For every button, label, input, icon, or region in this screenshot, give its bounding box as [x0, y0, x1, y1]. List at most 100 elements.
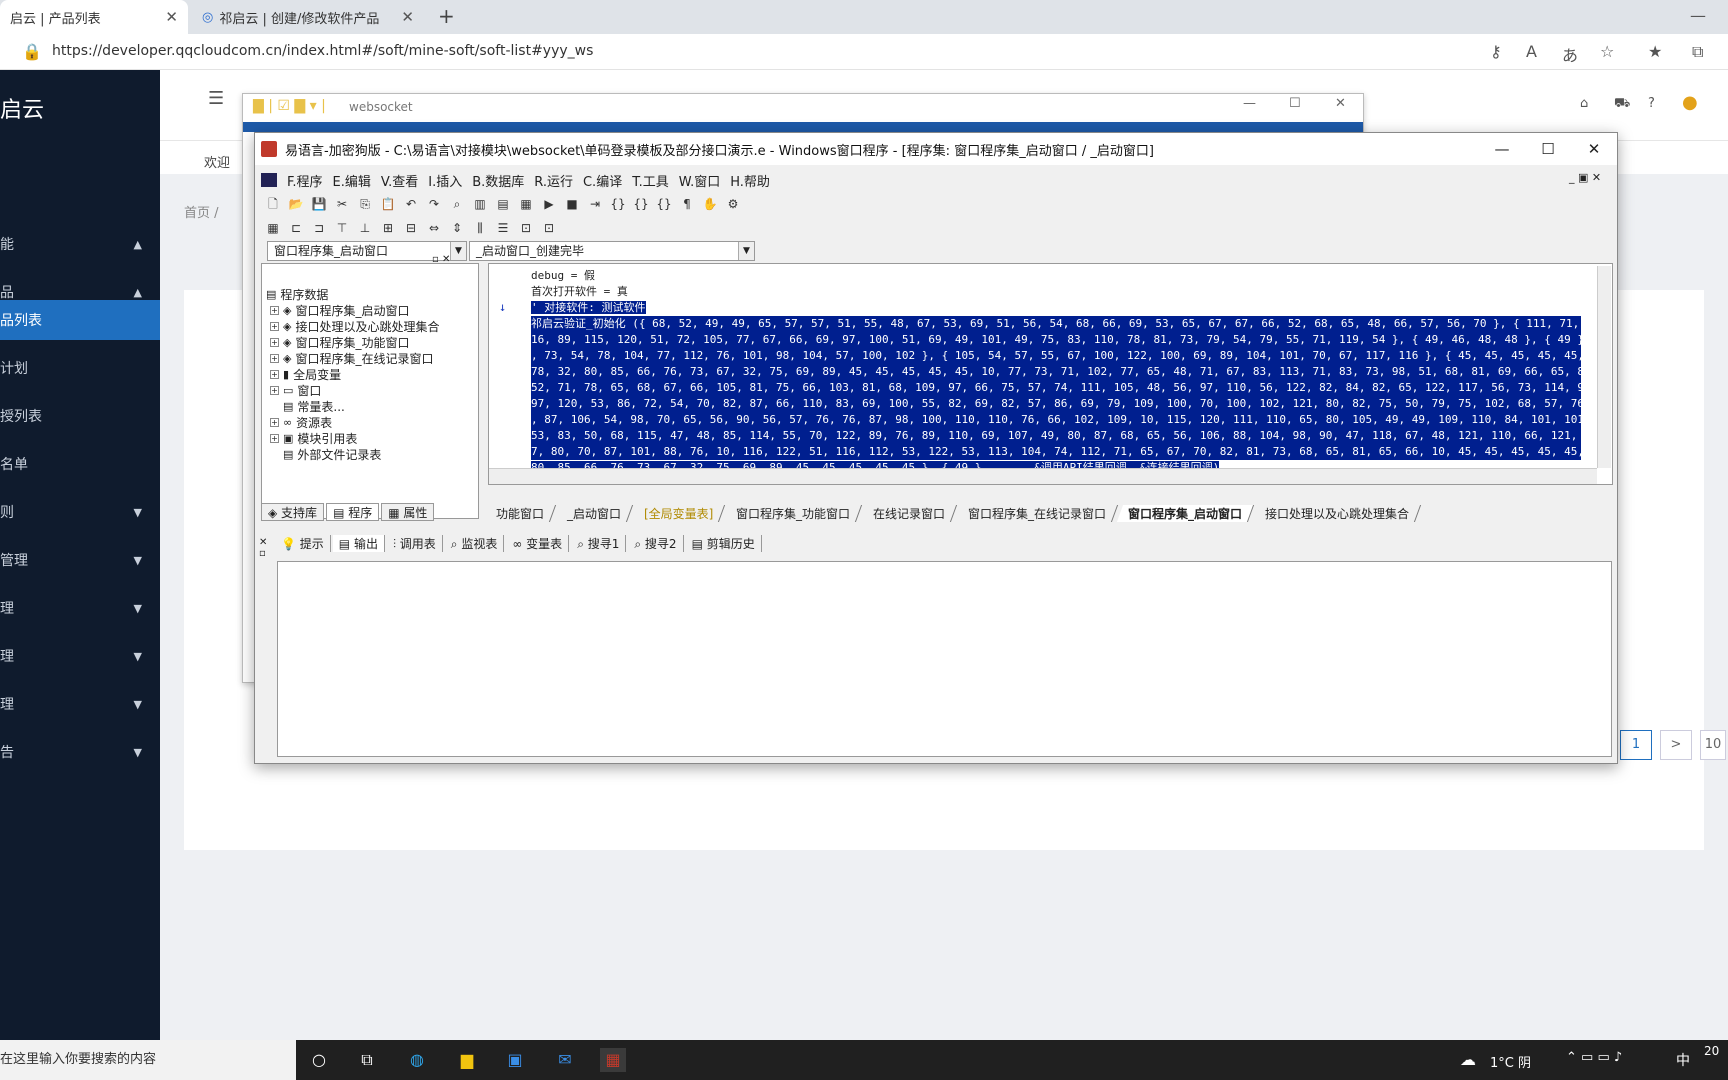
space-v-icon[interactable]: ☰ — [493, 219, 513, 237]
subroutine-select[interactable]: _启动窗口_创建完毕 ▼ — [469, 241, 755, 261]
menu-run[interactable]: R.运行 — [534, 171, 573, 190]
minimize-icon[interactable]: — — [1690, 6, 1706, 25]
menu-database[interactable]: B.数据库 — [472, 171, 524, 190]
edge-icon[interactable]: ◍ — [404, 1048, 430, 1072]
url-input[interactable]: https://developer.qqcloudcom.cn/index.ht… — [52, 43, 593, 59]
help-icon[interactable]: ? — [1648, 96, 1655, 111]
chevron-down-icon[interactable]: ▼ — [738, 242, 754, 260]
layout-1-icon[interactable]: ▥ — [470, 195, 490, 213]
find-icon[interactable]: ⌕ — [447, 195, 467, 213]
expand-icon[interactable]: + — [270, 369, 279, 379]
output-textarea[interactable] — [277, 561, 1612, 757]
output-panel-controls[interactable]: ✕ ▫ — [259, 537, 267, 559]
run-icon[interactable]: ▶ — [539, 195, 559, 213]
menu-insert[interactable]: I.插入 — [428, 171, 462, 190]
tree-item[interactable]: + ▭ 窗口 — [270, 382, 321, 398]
code-editor[interactable]: debug = 假 首次打开软件 = 真 ↓ ' 对接软件: 测试软件 祁启云验… — [488, 263, 1613, 485]
menu-program[interactable]: F.程序 — [287, 171, 323, 190]
tab-hint[interactable]: 💡 提示 — [275, 534, 331, 552]
tree-item[interactable]: ▤ 外部文件记录表 — [283, 446, 381, 462]
mail-icon[interactable]: ✉ — [552, 1048, 578, 1072]
same-width-icon[interactable]: ⇔ — [424, 219, 444, 237]
browser-tab-2[interactable]: ◎ 祁启云 | 创建/修改软件产品 ✕ — [192, 0, 424, 34]
align-left-icon[interactable]: ⊏ — [286, 219, 306, 237]
expand-icon[interactable]: + — [270, 433, 279, 443]
copy-icon[interactable]: ⎘ — [355, 195, 375, 213]
sidebar-item[interactable]: 理 ▼ — [0, 632, 160, 680]
tab-clip-history[interactable]: ▤ 剪辑历史 — [686, 534, 762, 552]
ime-indicator[interactable]: 中 — [1676, 1050, 1690, 1070]
sidebar-item[interactable]: 告 ▼ — [0, 728, 160, 776]
menu-compile[interactable]: C.编译 — [583, 171, 622, 190]
sidebar-item[interactable]: 能 ▲ — [0, 220, 160, 268]
menu-help[interactable]: H.帮助 — [730, 171, 770, 190]
code-tab[interactable]: _启动窗口 — [555, 505, 633, 522]
paste-icon[interactable]: 📋 — [378, 195, 398, 213]
close-icon[interactable]: ✕ — [1335, 96, 1346, 111]
pager-page-size[interactable]: 10 — [1700, 730, 1726, 760]
code-tab[interactable]: [全局变量表] — [632, 505, 726, 522]
easy-language-icon[interactable]: ▦ — [600, 1048, 626, 1072]
step-icon[interactable]: ⇥ — [585, 195, 605, 213]
close-icon[interactable]: ✕ — [165, 8, 178, 26]
menu-view[interactable]: V.查看 — [381, 171, 418, 190]
browser-tab-1[interactable]: 启云 | 产品列表 ✕ — [0, 0, 188, 34]
menu-edit[interactable]: E.编辑 — [333, 171, 371, 190]
key-icon[interactable]: ⚷ — [1490, 42, 1502, 61]
taskbar-search-input[interactable]: 在这里输入你要搜索的内容 — [0, 1040, 296, 1080]
expand-icon[interactable]: + — [270, 385, 279, 395]
hand-icon[interactable]: ✋ — [700, 195, 720, 213]
tree-item[interactable]: + ▣ 模块引用表 — [270, 430, 357, 446]
minimize-icon[interactable]: — — [1243, 96, 1256, 111]
vertical-scrollbar[interactable] — [1597, 266, 1611, 468]
file-explorer-icon[interactable]: ▆ — [454, 1048, 480, 1072]
maximize-icon[interactable]: ☐ — [1289, 96, 1301, 111]
collections-icon[interactable]: ⧉ — [1692, 42, 1703, 62]
center-h-icon[interactable]: ⊡ — [516, 219, 536, 237]
same-height-icon[interactable]: ⇕ — [447, 219, 467, 237]
sidebar-item-product-list[interactable]: 品列表 — [0, 300, 160, 340]
code-tab[interactable]: 窗口程序集_在线记录窗口 — [956, 505, 1118, 522]
store-icon[interactable]: ▣ — [502, 1048, 528, 1072]
cut-icon[interactable]: ✂ — [332, 195, 352, 213]
tree-item[interactable]: + ▮ 全局变量 — [270, 366, 341, 382]
align-right-icon[interactable]: ⊤ — [332, 219, 352, 237]
welcome-tab[interactable]: 欢迎 — [204, 152, 230, 171]
home-icon[interactable]: ⌂ — [1580, 96, 1588, 111]
favorites-icon[interactable]: ★ — [1648, 42, 1662, 61]
align-center-icon[interactable]: ⊐ — [309, 219, 329, 237]
expand-icon[interactable]: + — [270, 305, 279, 315]
sidebar-item[interactable]: 计划 — [0, 344, 160, 392]
tab-watch[interactable]: ⌕ 监视表 — [445, 534, 505, 552]
close-icon[interactable]: ✕ — [401, 8, 414, 26]
tab-output[interactable]: ▤ 输出 — [332, 534, 385, 552]
align-top-icon[interactable]: ⊥ — [355, 219, 375, 237]
sidebar-item[interactable]: 授列表 — [0, 392, 160, 440]
tab-support-lib[interactable]: ◈ 支持库 — [261, 503, 325, 521]
layout-3-icon[interactable]: ▦ — [516, 195, 536, 213]
layout-2-icon[interactable]: ▤ — [493, 195, 513, 213]
maximize-icon[interactable]: ☐ — [1525, 133, 1571, 165]
tree-item[interactable]: + ∞ 资源表 — [270, 414, 332, 430]
code-tab[interactable]: 窗口程序集_功能窗口 — [724, 505, 862, 522]
tab-properties[interactable]: ▦ 属性 — [381, 503, 435, 521]
task-view-icon[interactable]: ⧉ — [354, 1048, 380, 1072]
debug-icon[interactable]: ⚙ — [723, 195, 743, 213]
tab-variables[interactable]: ∞ 变量表 — [506, 534, 570, 552]
tree-item[interactable]: + ◈ 窗口程序集_在线记录窗口 — [270, 350, 433, 366]
code-tab[interactable]: 接口处理以及心跳处理集合 — [1254, 505, 1422, 522]
menu-tools[interactable]: T.工具 — [632, 171, 669, 190]
expand-icon[interactable]: + — [270, 353, 279, 363]
sidebar-item[interactable]: 名单 — [0, 440, 160, 488]
horizontal-scrollbar[interactable] — [489, 468, 1597, 484]
read-aloud-icon[interactable]: A — [1526, 42, 1537, 61]
stop-icon[interactable]: ■ — [562, 195, 582, 213]
cart-icon[interactable]: ⛟ — [1614, 96, 1630, 113]
tree-item[interactable]: ▤ 常量表... — [283, 398, 345, 414]
pager-page-1[interactable]: 1 — [1620, 730, 1652, 760]
code-tab-active[interactable]: 窗口程序集_启动窗口 — [1117, 505, 1255, 522]
expand-icon[interactable]: + — [270, 337, 279, 347]
space-h-icon[interactable]: ⫼ — [470, 219, 490, 237]
center-v-icon[interactable]: ⊡ — [539, 219, 559, 237]
tab-search-2[interactable]: ⌕ 搜寻2 — [628, 534, 684, 552]
